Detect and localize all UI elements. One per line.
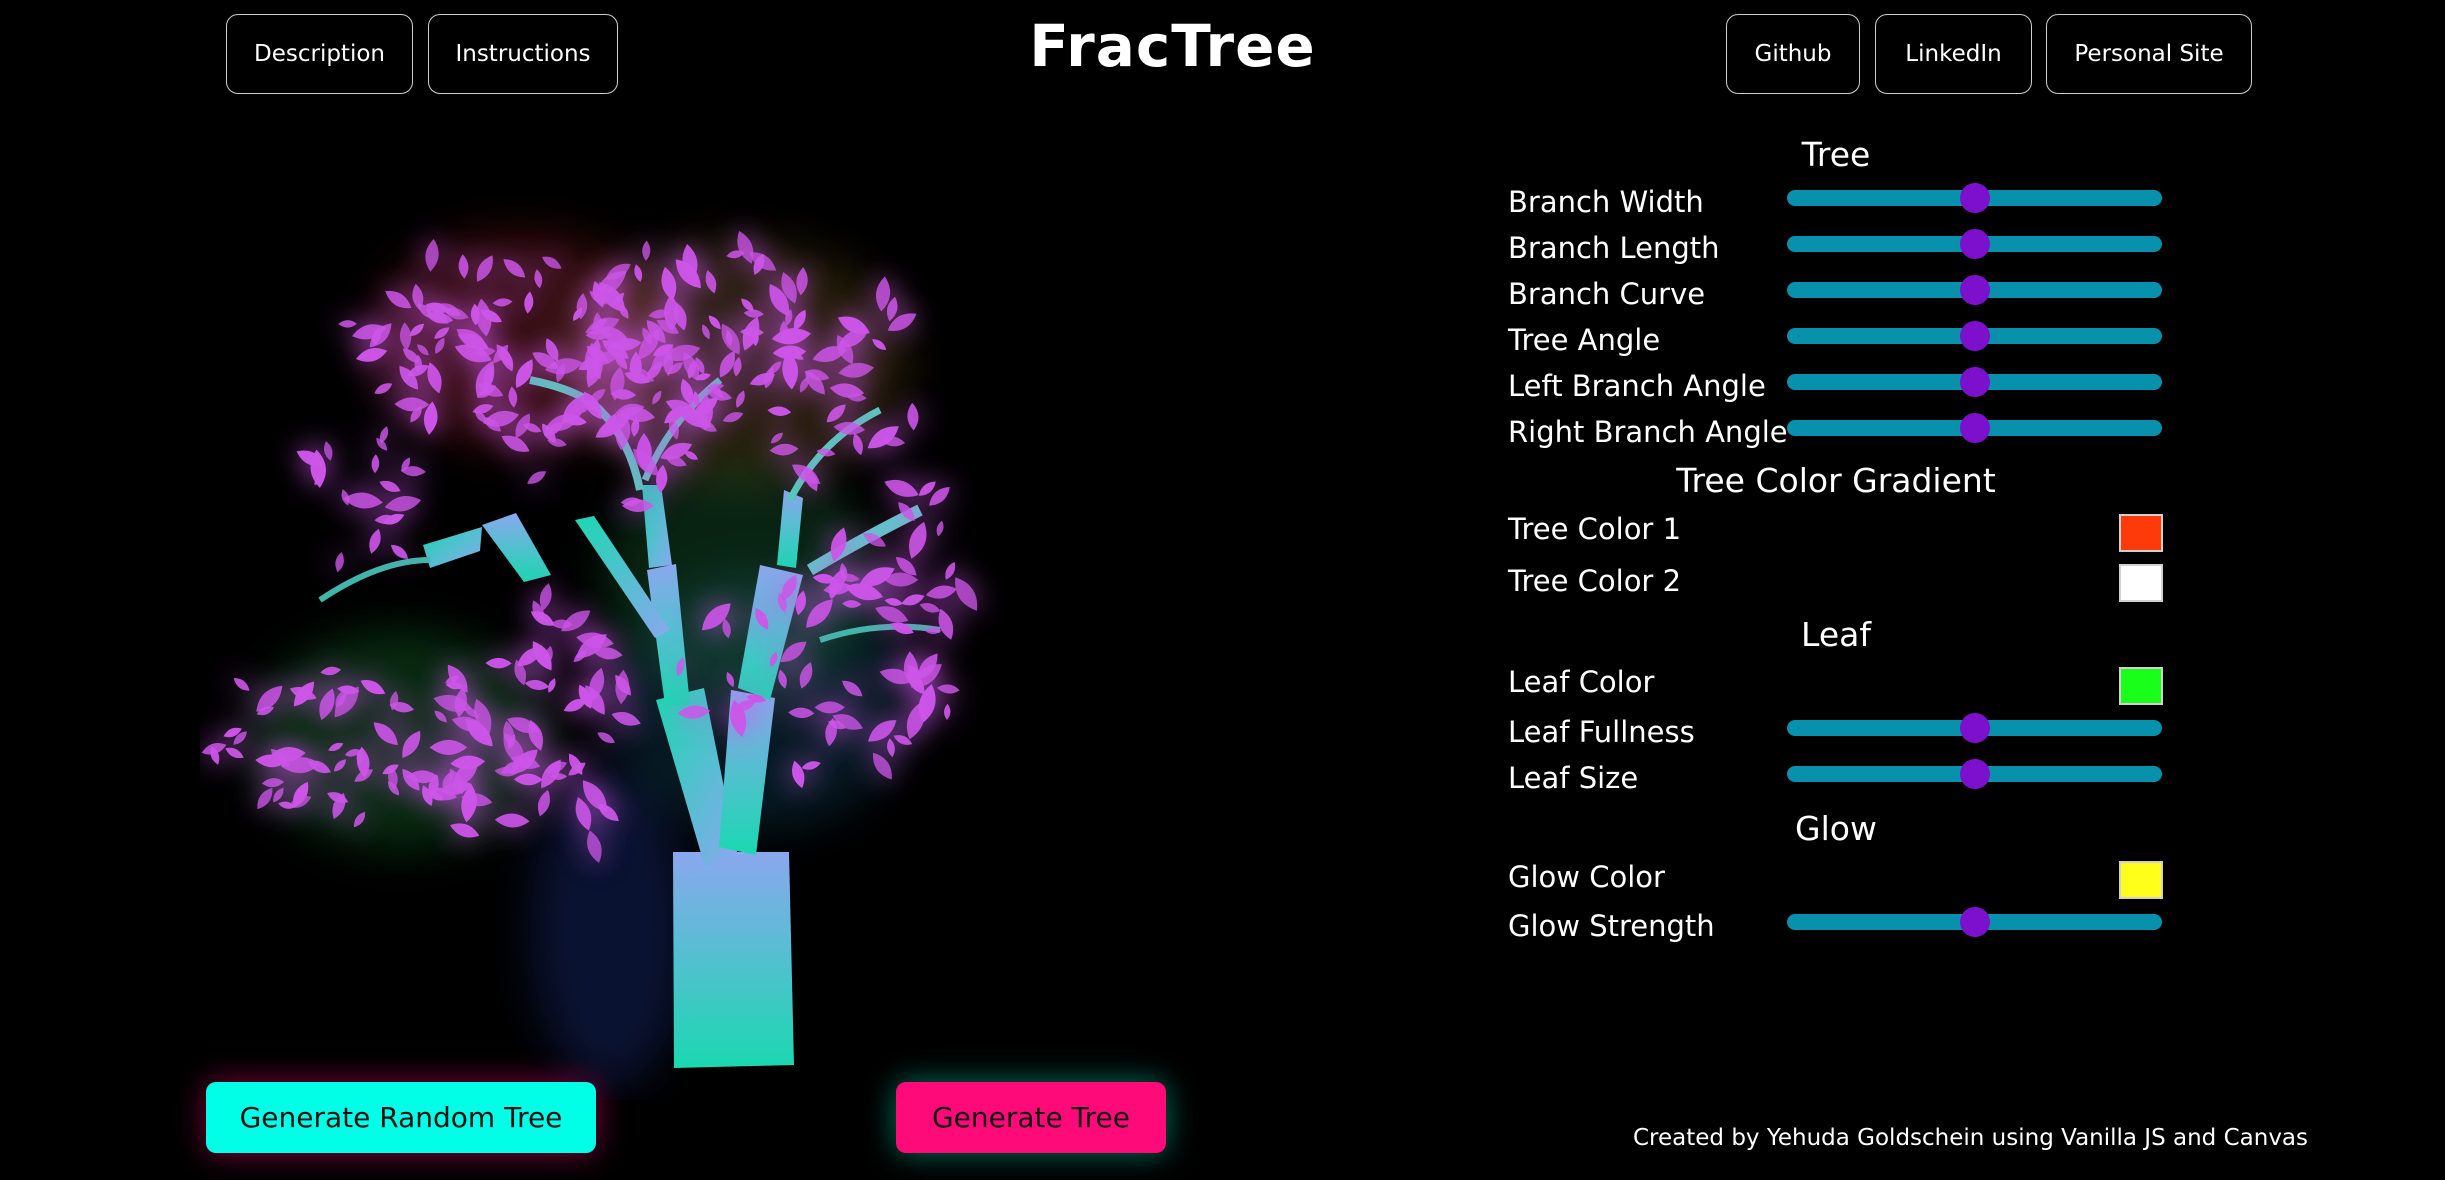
left-branch-angle-slider[interactable] — [1787, 367, 2162, 397]
right-branch-angle-slider[interactable] — [1787, 413, 2162, 443]
slider-thumb[interactable] — [1959, 413, 1990, 443]
tree-color-1-picker[interactable] — [2119, 514, 2163, 552]
leaf — [884, 479, 919, 497]
leaf-section-title: Leaf — [1801, 615, 1871, 654]
leaf — [936, 520, 944, 537]
branch-width-label: Branch Width — [1508, 185, 1704, 219]
branch-curve-label: Branch Curve — [1508, 277, 1706, 311]
slider-thumb[interactable] — [1959, 321, 1990, 351]
leaf — [233, 677, 250, 691]
leaf — [527, 471, 547, 484]
personal-site-button[interactable]: Personal Site — [2046, 14, 2252, 94]
slider-thumb[interactable] — [1959, 183, 1990, 213]
glow-color-picker[interactable] — [2119, 861, 2163, 899]
leaf-color-label: Leaf Color — [1508, 665, 1655, 699]
leaf — [537, 789, 550, 817]
leaf — [642, 240, 651, 261]
tree-color-2-picker[interactable] — [2119, 564, 2163, 602]
tree-color-2-label: Tree Color 2 — [1508, 564, 1682, 598]
leaf — [919, 602, 941, 613]
leaf-size-label: Leaf Size — [1508, 761, 1639, 795]
generate-tree-button[interactable]: Generate Tree — [896, 1082, 1166, 1153]
slider-thumb[interactable] — [1959, 229, 1990, 259]
slider-thumb[interactable] — [1959, 759, 1990, 789]
tree-angle-label: Tree Angle — [1508, 323, 1661, 357]
branch-length-label: Branch Length — [1508, 231, 1720, 265]
leaf-color-picker[interactable] — [2119, 667, 2163, 705]
leaf — [335, 552, 344, 573]
leaf — [884, 598, 903, 606]
glow-strength-slider[interactable] — [1787, 907, 2162, 937]
branch-curve-slider[interactable] — [1787, 275, 2162, 305]
leaf — [909, 521, 927, 559]
leaf — [936, 684, 960, 694]
tree-color-gradient-title: Tree Color Gradient — [1676, 461, 1996, 500]
generate-random-tree-button[interactable]: Generate Random Tree — [206, 1082, 596, 1153]
leaf — [225, 747, 244, 759]
tree-section-title: Tree — [1801, 135, 1871, 174]
tree-angle-slider[interactable] — [1787, 321, 2162, 351]
right-branch-angle-label: Right Branch Angle — [1508, 415, 1788, 449]
branch-width-slider[interactable] — [1787, 183, 2162, 213]
leaf — [371, 454, 380, 474]
glow-color-label: Glow Color — [1508, 860, 1665, 894]
leaf — [338, 320, 357, 328]
leaf — [955, 577, 978, 611]
slider-thumb[interactable] — [1959, 907, 1990, 937]
leaf — [323, 441, 333, 461]
glow-strength-label: Glow Strength — [1508, 909, 1715, 943]
leaf — [597, 732, 615, 744]
footer-credit: Created by Yehuda Goldschein using Vanil… — [1633, 1125, 2309, 1151]
leaf-fullness-slider[interactable] — [1787, 713, 2162, 743]
branch-length-slider[interactable] — [1787, 229, 2162, 259]
slider-thumb[interactable] — [1959, 367, 1990, 397]
slider-thumb[interactable] — [1959, 275, 1990, 305]
leaf — [907, 402, 919, 431]
tree-color-1-label: Tree Color 1 — [1508, 512, 1682, 546]
leaf — [384, 496, 422, 512]
glow-section-title: Glow — [1795, 809, 1877, 848]
github-button[interactable]: Github — [1726, 14, 1860, 94]
leaf-fullness-label: Leaf Fullness — [1508, 715, 1695, 749]
linkedin-button[interactable]: LinkedIn — [1875, 14, 2032, 94]
leaf — [925, 585, 957, 599]
leaf — [943, 703, 951, 721]
left-branch-angle-label: Left Branch Angle — [1508, 369, 1766, 403]
leaf-size-slider[interactable] — [1787, 759, 2162, 789]
tree-canvas — [201, 230, 978, 1090]
leaf — [379, 480, 401, 492]
slider-thumb[interactable] — [1959, 713, 1990, 743]
leaf — [369, 528, 381, 554]
